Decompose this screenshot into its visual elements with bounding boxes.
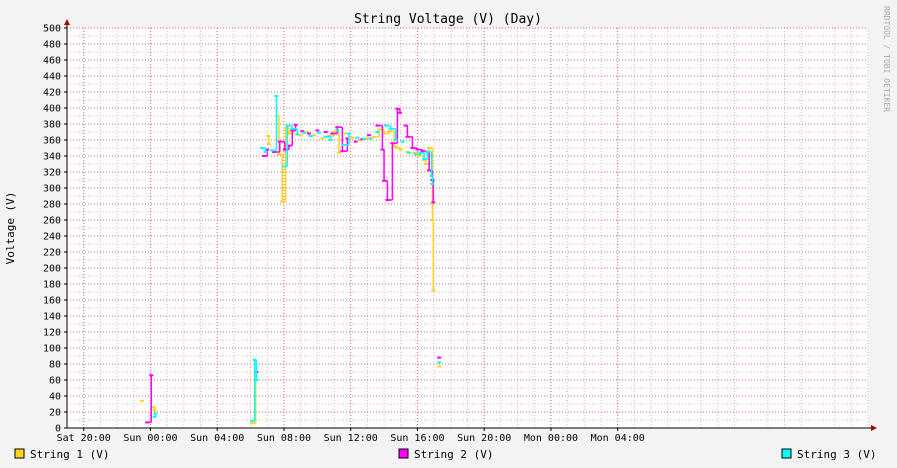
- y-tick-label: 480: [43, 40, 61, 51]
- chart-svg: 0204060801001201401601802002202402602803…: [0, 0, 897, 468]
- rrd-graph: 0 20 40 60 80 100 120 140 160 180 200 220 240 260 280 3…: [0, 0, 897, 468]
- legend-label-string-1: String 1 (V): [30, 448, 109, 461]
- y-tick-label: 280: [43, 200, 61, 211]
- y-tick-label: 500: [43, 24, 61, 35]
- legend-item-string-3: String 3 (V): [781, 448, 876, 461]
- legend-swatch-string-3: [781, 448, 792, 459]
- y-tick-label: 320: [43, 168, 61, 179]
- x-tick-labels: Sat 20:00 Sun 00:00 Sun 04:00 Sun 08:00 Sun …: [57, 433, 645, 444]
- x-tick-label: Mon 04:00: [591, 433, 645, 444]
- x-tick-label: Sat 20:00: [57, 433, 111, 444]
- y-tick-label: 80: [49, 360, 61, 371]
- y-tick-label: 360: [43, 136, 61, 147]
- legend-item-string-1: String 1 (V): [14, 448, 109, 461]
- x-tick-label: Sun 12:00: [324, 433, 378, 444]
- legend-swatch-string-1: [14, 448, 25, 459]
- x-tick-label: Sun 04:00: [190, 433, 244, 444]
- y-tick-label: 60: [49, 376, 61, 387]
- watermark: RRDTOOL / TOBI OETIKER: [882, 6, 891, 112]
- y-tick-label: 340: [43, 152, 61, 163]
- x-tick-label: Sun 08:00: [257, 433, 311, 444]
- y-tick-label: 20: [49, 408, 61, 419]
- y-tick-label: 260: [43, 216, 61, 227]
- x-tick-label: Mon 00:00: [524, 433, 578, 444]
- y-tick-label: 200: [43, 264, 61, 275]
- y-tick-label: 420: [43, 88, 61, 99]
- y-tick-label: 100: [43, 344, 61, 355]
- y-tick-label: 240: [43, 232, 61, 243]
- chart-title: String Voltage (V) (Day): [354, 12, 542, 27]
- y-tick-label: 220: [43, 248, 61, 259]
- y-tick-label: 440: [43, 72, 61, 83]
- legend-label-string-2: String 2 (V): [414, 448, 493, 461]
- y-tick-label: 400: [43, 104, 61, 115]
- x-tick-label: Sun 20:00: [457, 433, 511, 444]
- y-tick-label: 380: [43, 120, 61, 131]
- y-tick-label: 40: [49, 392, 61, 403]
- y-tick-label: 160: [43, 296, 61, 307]
- legend-label-string-3: String 3 (V): [797, 448, 876, 461]
- y-axis-label: Voltage (V): [4, 192, 17, 265]
- y-tick-label: 140: [43, 312, 61, 323]
- legend-swatch-string-2: [398, 448, 409, 459]
- x-tick-label: Sun 00:00: [123, 433, 177, 444]
- y-tick-label: 460: [43, 56, 61, 67]
- y-tick-label: 120: [43, 328, 61, 339]
- x-tick-label: Sun 16:00: [390, 433, 444, 444]
- legend-item-string-2: String 2 (V): [398, 448, 493, 461]
- y-tick-label: 180: [43, 280, 61, 291]
- y-tick-label: 300: [43, 184, 61, 195]
